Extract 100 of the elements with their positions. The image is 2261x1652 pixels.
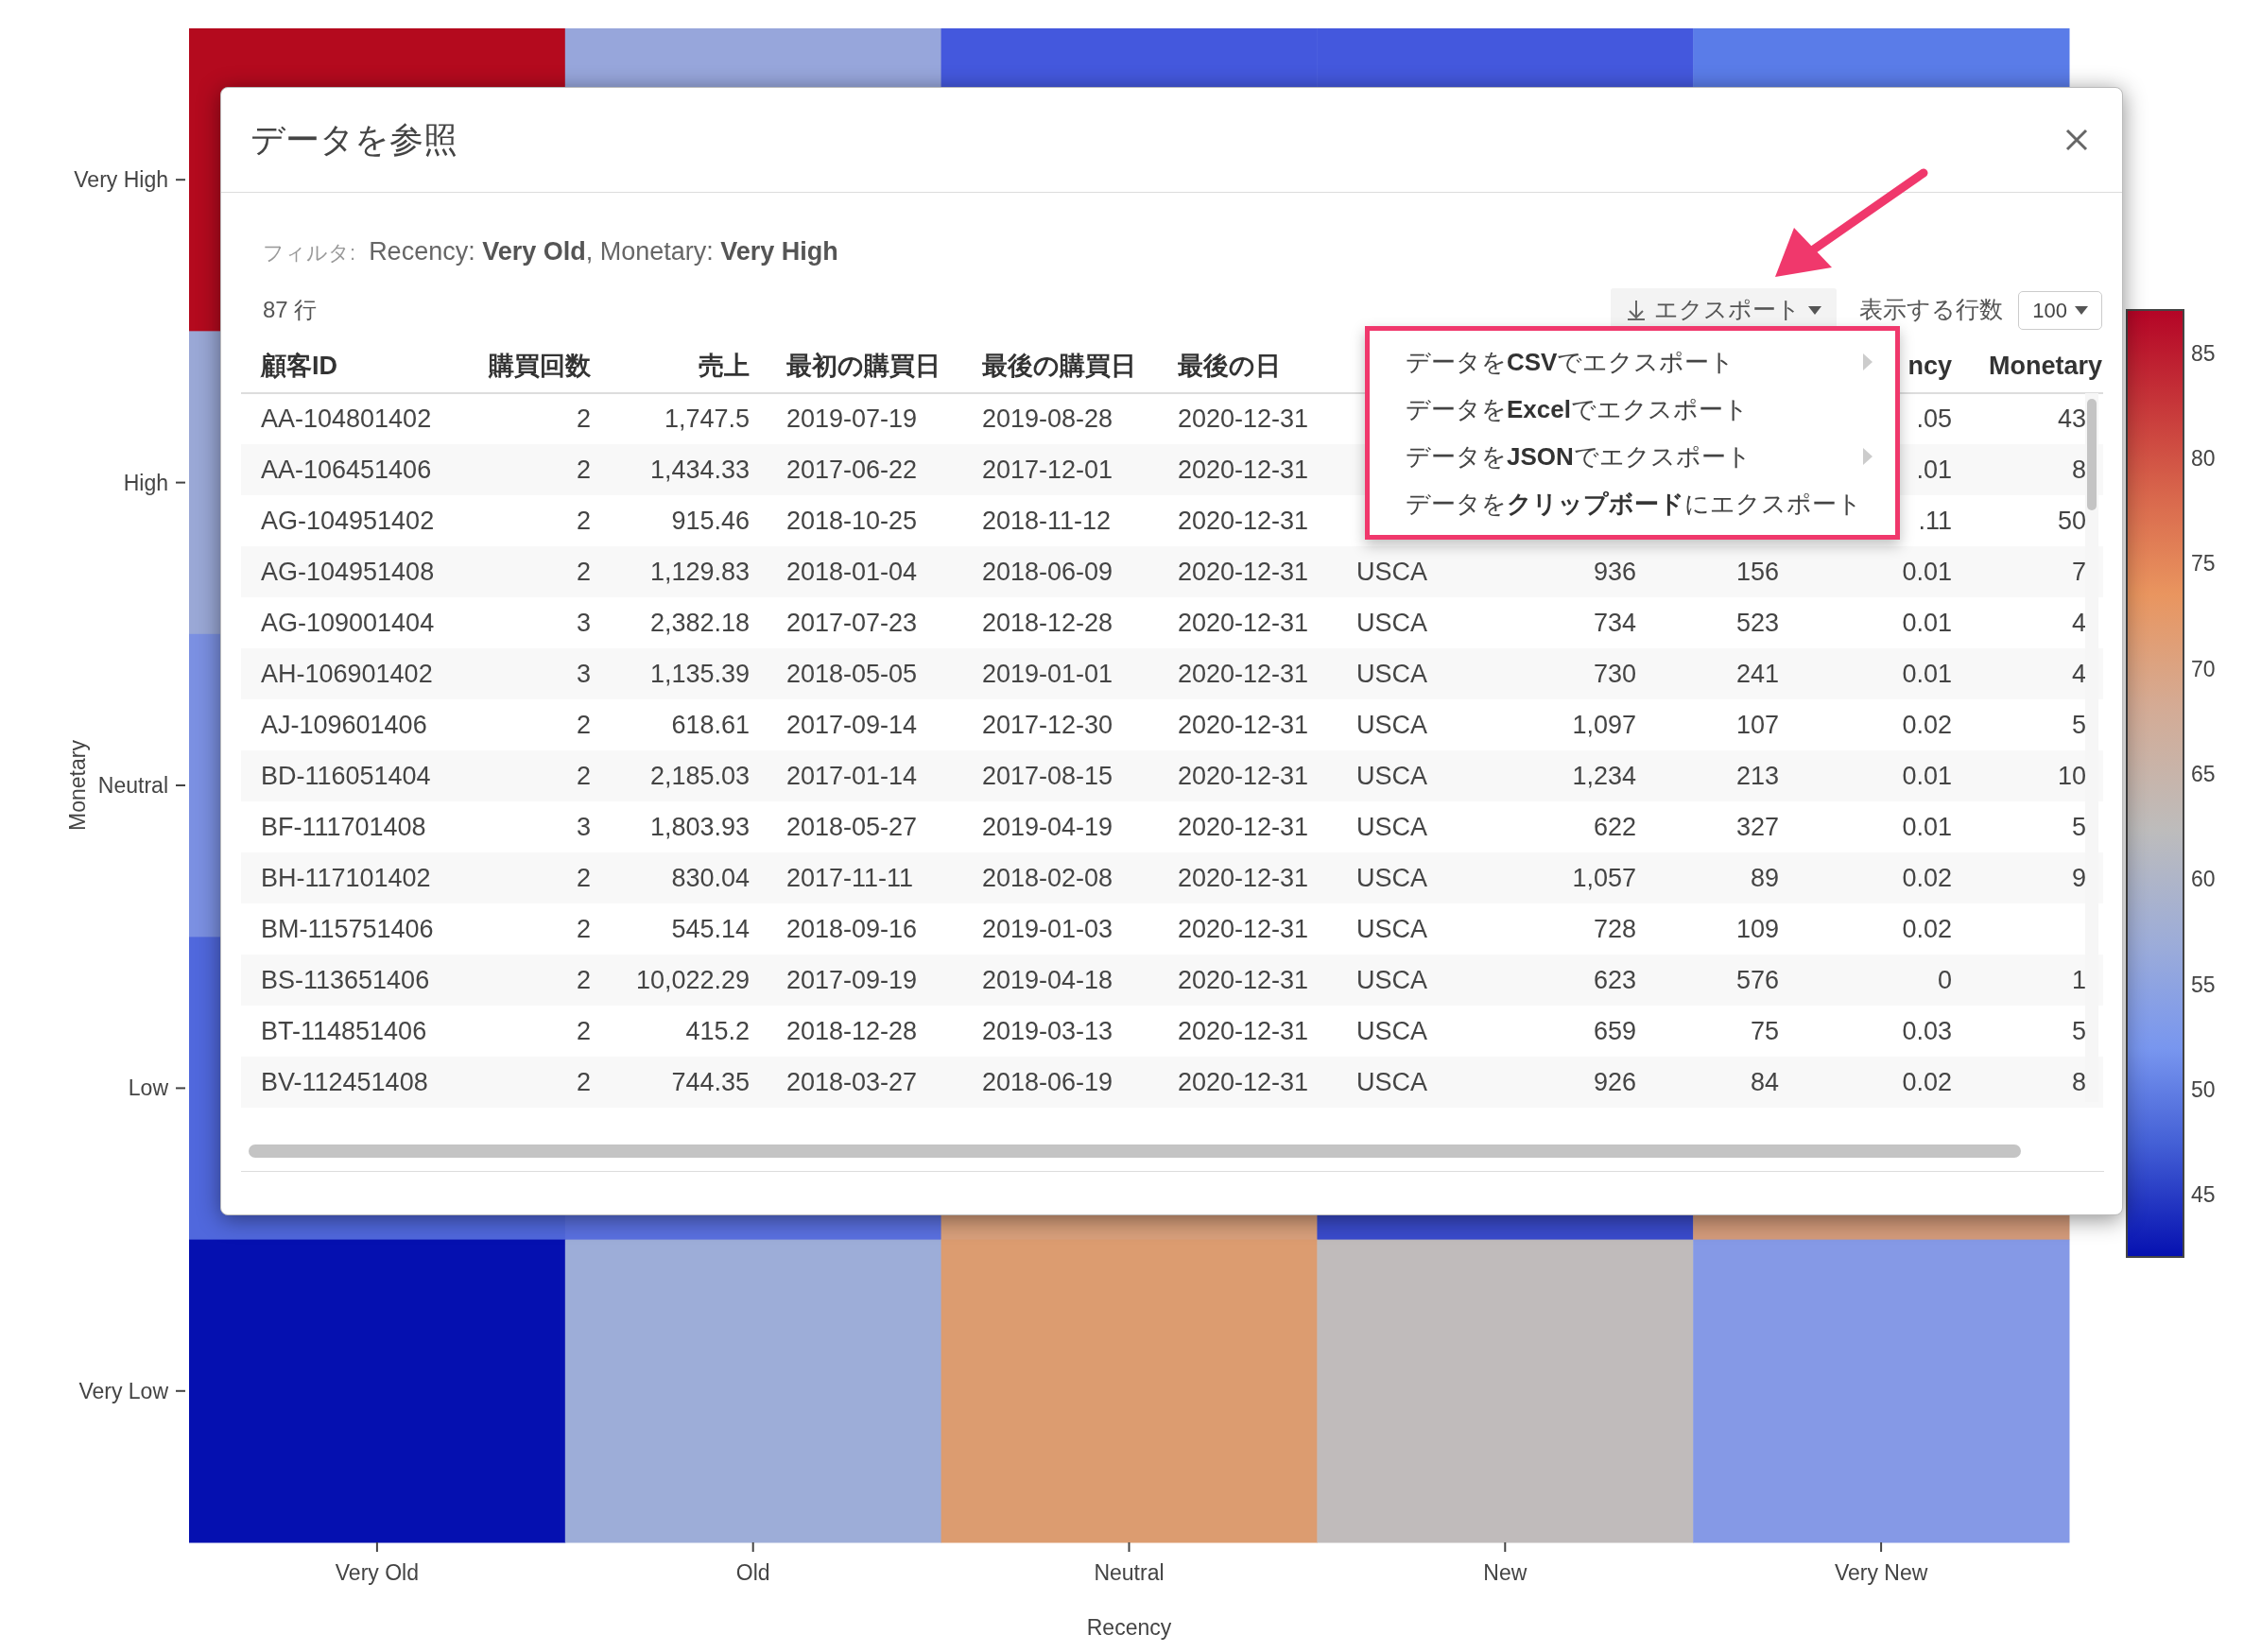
table-cell: 0.01	[1902, 608, 1952, 637]
column-header[interactable]: Monetary	[1989, 352, 2103, 381]
axis-tick-label: New	[1483, 1560, 1527, 1585]
axis-tick-label: Very High	[74, 167, 168, 193]
tick-mark	[175, 481, 186, 484]
table-cell: 2017-01-14	[786, 761, 918, 790]
table-cell: 3	[576, 659, 591, 688]
table-cell: 744.35	[671, 1067, 750, 1096]
tick-mark	[175, 784, 186, 786]
axis-title: Monetary	[65, 740, 90, 831]
table-cell: 2	[576, 1067, 591, 1096]
table-cell: BD-116051404	[261, 761, 431, 790]
column-header[interactable]: 売上	[699, 352, 750, 381]
table-cell: 0	[1937, 965, 1952, 994]
table-cell: 2019-03-13	[982, 1016, 1113, 1045]
column-header[interactable]: 顧客ID	[261, 352, 337, 381]
table-cell: .11	[1918, 506, 1952, 535]
table-cell: 2019-01-03	[982, 914, 1113, 943]
table-cell: 1,747.5	[664, 404, 750, 434]
table-cell: USCA	[1356, 1067, 1427, 1096]
table-cell: 0.01	[1902, 812, 1952, 841]
table-cell: 10,022.29	[635, 965, 750, 994]
table-cell: 2020-12-31	[1178, 1016, 1309, 1045]
table-cell: 2020-12-31	[1178, 812, 1309, 841]
table-cell: 0.02	[1902, 914, 1952, 943]
table-cell: BM-115751406	[261, 914, 434, 943]
column-header[interactable]: 購買回数	[489, 352, 591, 381]
table-cell: 2	[576, 761, 591, 790]
column-header[interactable]: ncy	[1907, 352, 1952, 381]
table-cell: 0.02	[1902, 710, 1952, 739]
table-cell: 2020-12-31	[1178, 659, 1309, 688]
table-cell: 2020-12-31	[1178, 506, 1309, 535]
rows-select[interactable]: 100	[2018, 290, 2102, 330]
table-cell: 2017-09-19	[786, 965, 918, 994]
table-cell: 89	[1750, 863, 1779, 892]
column-header[interactable]: 最後の購買日	[982, 352, 1136, 381]
tick-mark	[1128, 1541, 1130, 1553]
tick-mark	[751, 1541, 754, 1553]
tick-mark	[175, 1389, 186, 1392]
table-cell: AA-106451406	[261, 455, 432, 484]
table-cell: 2020-12-31	[1178, 863, 1309, 892]
table-cell: 2017-08-15	[982, 761, 1113, 790]
scrollbar-thumb[interactable]	[2087, 399, 2097, 510]
table-cell: 75	[1750, 1016, 1779, 1045]
menu-item[interactable]: データをJSONでエクスポート	[1370, 433, 1895, 480]
table-cell: AG-104951408	[261, 557, 435, 586]
axis-tick-label: Very Low	[78, 1378, 168, 1403]
dialog-title: データを参照	[250, 119, 457, 161]
tick-mark	[1880, 1541, 1883, 1553]
table-cell: 2017-12-30	[982, 710, 1113, 739]
table-cell: 4	[2071, 659, 2086, 688]
scrollbar-thumb[interactable]	[249, 1144, 2021, 1158]
table-cell: 2019-01-01	[982, 659, 1113, 688]
tick-mark	[175, 179, 186, 181]
table-cell: BT-114851406	[261, 1016, 427, 1045]
table-cell: 10	[2057, 761, 2086, 790]
table-cell: 2017-07-23	[786, 608, 918, 637]
table-cell: 734	[1593, 608, 1636, 637]
table-cell: 830.04	[671, 863, 750, 892]
colorbar-tick-label: 85	[2191, 340, 2216, 366]
table-cell: 1,135.39	[649, 659, 750, 688]
tick-mark	[175, 1087, 186, 1090]
table-cell: 2	[576, 710, 591, 739]
axis-tick-label: Very New	[1834, 1560, 1928, 1585]
table-cell: USCA	[1356, 812, 1427, 841]
colorbar-tick-label: 45	[2191, 1182, 2216, 1208]
table-cell: 2018-06-09	[982, 557, 1113, 586]
axis-tick-label: Low	[128, 1076, 168, 1101]
table-cell: 2	[576, 1016, 591, 1045]
table-cell: 2019-04-18	[982, 965, 1113, 994]
axis-tick-label: Neutral	[97, 773, 168, 798]
table-cell: 2018-10-25	[786, 506, 918, 535]
table-cell: USCA	[1356, 761, 1427, 790]
table-cell: 2019-07-19	[786, 404, 918, 434]
table-cell: 5	[2071, 1016, 2086, 1045]
colorbar-tick-label: 70	[2191, 656, 2216, 681]
table-cell: 2020-12-31	[1178, 965, 1309, 994]
table-cell: 7	[2071, 557, 2086, 586]
colorbar-tick-label: 50	[2191, 1077, 2216, 1103]
column-header[interactable]: 最初の購買日	[786, 352, 941, 381]
table-cell: 2	[576, 506, 591, 535]
table-cell: 3	[576, 812, 591, 841]
table-cell: 618.61	[671, 710, 750, 739]
colorbar-tick-label: 80	[2191, 446, 2216, 472]
table-cell: 2018-01-04	[786, 557, 918, 586]
menu-item[interactable]: データをクリップボードにエクスポート	[1370, 480, 1895, 527]
table-cell: 9	[2071, 863, 2086, 892]
table-cell: 2018-02-08	[982, 863, 1113, 892]
menu-item[interactable]: データをCSVでエクスポート	[1370, 338, 1895, 386]
table-cell: 241	[1735, 659, 1779, 688]
table-cell: 2018-09-16	[786, 914, 918, 943]
table-cell: 2020-12-31	[1178, 455, 1309, 484]
table-cell: BH-117101402	[261, 863, 431, 892]
table-cell: 545.14	[671, 914, 750, 943]
table-cell: 107	[1735, 710, 1779, 739]
table-cell: .05	[1916, 404, 1952, 434]
column-header[interactable]: 最後の日	[1178, 352, 1281, 381]
tick-mark	[375, 1541, 378, 1553]
menu-item[interactable]: データをExcelでエクスポート	[1370, 386, 1895, 433]
table-cell: 327	[1735, 812, 1779, 841]
